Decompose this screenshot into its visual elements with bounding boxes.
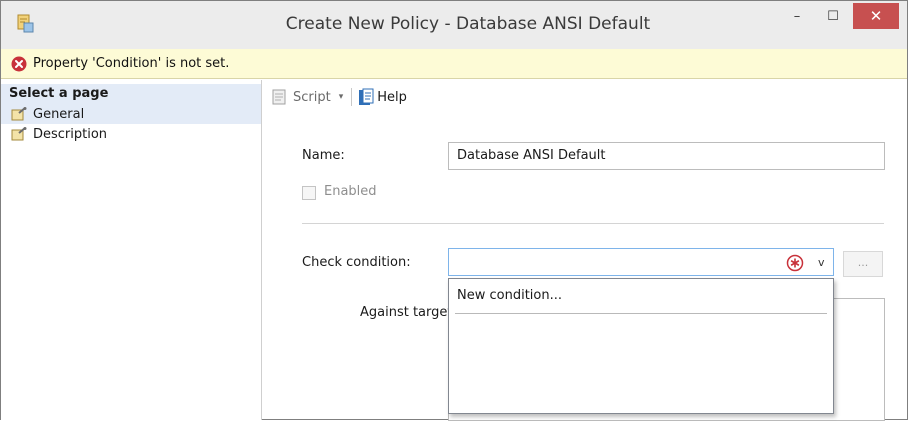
name-input[interactable]: Database ANSI Default: [448, 142, 885, 170]
required-error-icon: [786, 254, 804, 272]
check-condition-combobox[interactable]: [448, 248, 834, 276]
close-icon: ✕: [869, 7, 883, 25]
name-label: Name:: [302, 148, 345, 163]
error-message: Property 'Condition' is not set.: [33, 56, 230, 71]
error-circle-icon: [11, 56, 27, 71]
script-label: Script: [293, 89, 331, 105]
page-wrench-icon: [11, 107, 27, 121]
enabled-checkbox[interactable]: [302, 186, 316, 200]
minimize-icon: –: [793, 8, 801, 24]
close-button[interactable]: ✕: [853, 3, 899, 29]
select-page-header: Select a page: [1, 84, 261, 104]
maximize-button[interactable]: ☐: [815, 1, 851, 31]
dropdown-separator: [455, 313, 827, 314]
help-icon: [359, 88, 374, 105]
error-bar: Property 'Condition' is not set.: [1, 49, 907, 79]
enabled-label: Enabled: [324, 184, 377, 199]
toolbar-separator: [351, 88, 353, 106]
section-divider: [302, 223, 884, 224]
help-button[interactable]: Help: [358, 88, 407, 106]
page-item-label: General: [33, 106, 85, 122]
window-title: Create New Policy - Database ANSI Defaul…: [285, 14, 651, 34]
condition-dropdown: New condition...: [448, 278, 834, 414]
check-condition-label: Check condition:: [302, 255, 411, 270]
page-wrench-icon: [11, 127, 27, 141]
against-targets-label: Against targets: [360, 305, 460, 320]
title-bar: Create New Policy - Database ANSI Defaul…: [1, 1, 907, 49]
script-button[interactable]: Script ▾: [271, 89, 349, 105]
toolbar: Script ▾ Help: [271, 85, 407, 109]
ellipsis-button[interactable]: ...: [843, 251, 883, 277]
help-label: Help: [377, 89, 407, 105]
dropdown-item-new-condition[interactable]: New condition...: [449, 279, 833, 313]
policy-dialog: Create New Policy - Database ANSI Defaul…: [0, 0, 908, 421]
page-selector: Select a page General Description: [1, 80, 262, 420]
maximize-icon: ☐: [827, 8, 839, 24]
minimize-button[interactable]: –: [779, 1, 815, 31]
page-item-description[interactable]: Description: [1, 124, 261, 144]
script-icon: [272, 89, 286, 105]
page-item-general[interactable]: General: [1, 104, 261, 124]
chevron-down-icon[interactable]: v: [818, 256, 825, 269]
page-item-label: Description: [33, 126, 108, 142]
chevron-down-icon[interactable]: ▾: [339, 92, 344, 102]
